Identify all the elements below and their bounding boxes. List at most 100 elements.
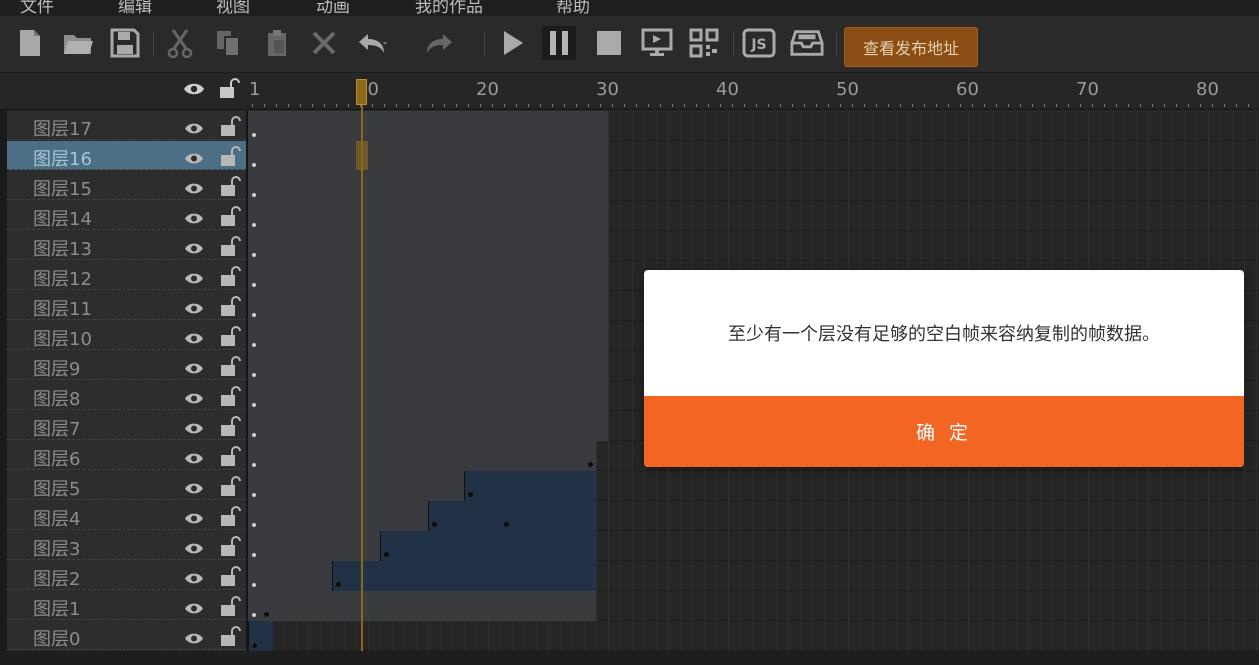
keyframe-dot[interactable] xyxy=(252,403,256,407)
layer-row[interactable]: 图层14 xyxy=(7,201,246,230)
eye-icon[interactable] xyxy=(184,480,204,499)
tween-span[interactable] xyxy=(380,531,597,561)
unlock-icon[interactable] xyxy=(219,566,241,591)
menu-help[interactable]: 帮助 xyxy=(556,0,590,16)
layer-row[interactable]: 图层1 xyxy=(7,591,246,620)
layer-row[interactable]: 图层11 xyxy=(7,291,246,320)
eye-icon[interactable] xyxy=(184,360,204,379)
keyframe-dot[interactable] xyxy=(252,223,256,227)
eye-icon[interactable] xyxy=(184,180,204,199)
unlock-icon[interactable] xyxy=(219,506,241,531)
keyframe-dot[interactable] xyxy=(252,643,257,648)
layer-row[interactable]: 图层17 xyxy=(7,111,246,140)
unlock-icon[interactable] xyxy=(219,326,241,351)
unlock-icon[interactable] xyxy=(219,266,241,291)
new-file-icon[interactable] xyxy=(13,26,47,60)
layer-row[interactable]: 图层9 xyxy=(7,351,246,380)
layer-row[interactable]: 图层4 xyxy=(7,501,246,530)
eye-icon[interactable] xyxy=(184,330,204,349)
layer-row[interactable]: 图层16 xyxy=(7,141,246,170)
eye-icon[interactable] xyxy=(184,150,204,169)
open-folder-icon[interactable] xyxy=(61,26,95,60)
undo-icon[interactable] xyxy=(356,26,390,60)
layer-row[interactable]: 图层5 xyxy=(7,471,246,500)
keyframe-dot[interactable] xyxy=(252,133,256,137)
menu-animation[interactable]: 动画 xyxy=(316,0,350,16)
keyframe-dot[interactable] xyxy=(504,522,509,527)
keyframe-dot[interactable] xyxy=(252,553,256,557)
eye-icon[interactable] xyxy=(184,600,204,619)
layer-row[interactable]: 图层10 xyxy=(7,321,246,350)
layer-row[interactable]: 图层7 xyxy=(7,411,246,440)
keyframe-dot[interactable] xyxy=(252,283,256,287)
frame-span[interactable] xyxy=(248,501,428,531)
redo-icon[interactable] xyxy=(421,26,455,60)
eye-icon[interactable] xyxy=(184,450,204,469)
save-icon[interactable] xyxy=(108,26,142,60)
eye-icon[interactable] xyxy=(184,270,204,289)
cut-icon[interactable] xyxy=(163,26,197,60)
keyframe-dot[interactable] xyxy=(252,463,256,467)
unlock-icon[interactable] xyxy=(219,536,241,561)
paste-icon[interactable] xyxy=(260,26,294,60)
frame-span[interactable] xyxy=(248,441,596,471)
delete-icon[interactable] xyxy=(307,26,341,60)
qrcode-icon[interactable] xyxy=(687,26,721,60)
unlock-icon[interactable] xyxy=(219,116,241,141)
unlock-icon[interactable] xyxy=(219,176,241,201)
keyframe-dot[interactable] xyxy=(252,193,256,197)
eye-icon[interactable] xyxy=(184,540,204,559)
eye-icon[interactable] xyxy=(184,420,204,439)
keyframe-dot[interactable] xyxy=(336,582,341,587)
layer-row[interactable]: 图层3 xyxy=(7,531,246,560)
play-icon[interactable] xyxy=(496,26,530,60)
layer-row[interactable]: 图层8 xyxy=(7,381,246,410)
keyframe-dot[interactable] xyxy=(252,613,256,617)
copy-icon[interactable] xyxy=(211,26,245,60)
keyframe-dot[interactable] xyxy=(432,522,437,527)
frame-span[interactable] xyxy=(248,561,332,591)
keyframe-dot[interactable] xyxy=(252,583,256,587)
eye-icon[interactable] xyxy=(184,120,204,139)
frame-span[interactable] xyxy=(248,591,596,621)
view-publish-address-button[interactable]: 查看发布地址 xyxy=(844,27,978,67)
export-icon[interactable] xyxy=(790,26,824,60)
stop-icon[interactable] xyxy=(592,26,626,60)
keyframe-dot[interactable] xyxy=(252,343,256,347)
frame-ruler[interactable]: 1 10 20 30 40 50 60 70 80 xyxy=(0,73,1259,110)
unlock-icon[interactable] xyxy=(219,386,241,411)
unlock-icon[interactable] xyxy=(218,78,240,104)
tween-span[interactable] xyxy=(464,471,597,501)
menu-view[interactable]: 视图 xyxy=(216,0,250,16)
eye-icon[interactable] xyxy=(184,390,204,409)
playhead-handle[interactable] xyxy=(356,79,367,105)
unlock-icon[interactable] xyxy=(219,236,241,261)
tween-span[interactable] xyxy=(428,501,597,531)
keyframe-dot[interactable] xyxy=(252,313,256,317)
keyframe-dot[interactable] xyxy=(252,253,256,257)
frame-span[interactable] xyxy=(248,471,464,501)
unlock-icon[interactable] xyxy=(219,446,241,471)
preview-icon[interactable] xyxy=(640,26,674,60)
eye-icon[interactable] xyxy=(184,570,204,589)
keyframe-dot[interactable] xyxy=(384,552,389,557)
keyframe-dot[interactable] xyxy=(252,373,256,377)
unlock-icon[interactable] xyxy=(219,626,241,651)
keyframe-dot[interactable] xyxy=(252,523,256,527)
keyframe-dot[interactable] xyxy=(252,433,256,437)
layer-row[interactable]: 图层15 xyxy=(7,171,246,200)
layer-row[interactable]: 图层6 xyxy=(7,441,246,470)
eye-icon[interactable] xyxy=(184,510,204,529)
layer-row[interactable]: 图层13 xyxy=(7,231,246,260)
eye-icon[interactable] xyxy=(184,210,204,229)
frame-span[interactable] xyxy=(248,111,608,441)
unlock-icon[interactable] xyxy=(219,356,241,381)
layer-row[interactable]: 图层12 xyxy=(7,261,246,290)
keyframe-dot[interactable] xyxy=(468,492,473,497)
eye-icon[interactable] xyxy=(184,630,204,649)
layer-row[interactable]: 图层2 xyxy=(7,561,246,590)
eye-icon[interactable] xyxy=(184,240,204,259)
timeline-row[interactable] xyxy=(248,621,1259,651)
tween-span[interactable] xyxy=(332,561,597,591)
keyframe-dot[interactable] xyxy=(252,493,256,497)
